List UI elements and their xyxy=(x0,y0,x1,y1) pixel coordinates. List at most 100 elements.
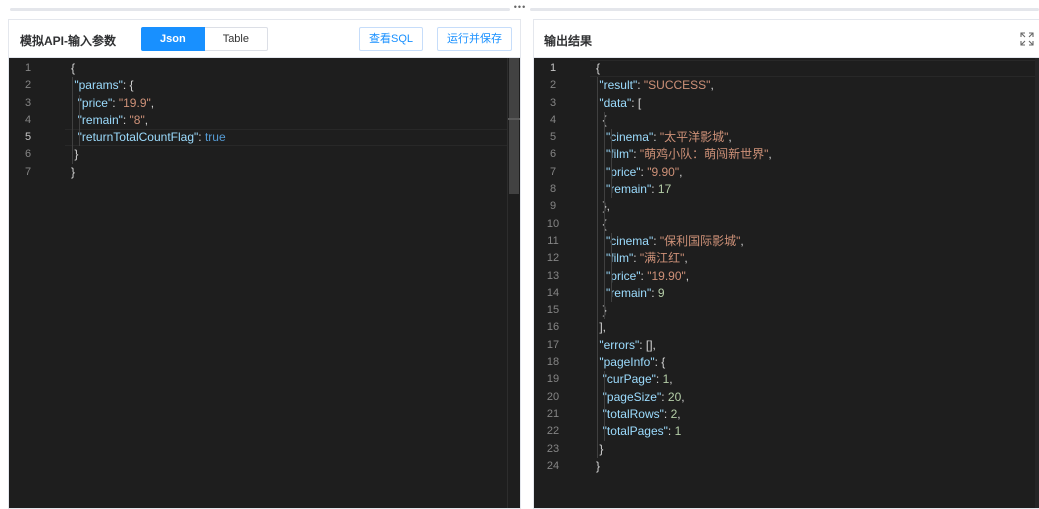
tab-table[interactable]: Table xyxy=(204,27,268,51)
code-token: : xyxy=(663,406,671,421)
code-line[interactable]: 1{ xyxy=(534,60,1039,77)
code-line[interactable]: 2 "result": "SUCCESS", xyxy=(534,77,1039,94)
input-code-editor[interactable]: 1{2 "params": {3 "price": "19.9", 4 "rema… xyxy=(9,58,520,508)
line-number: 18 xyxy=(546,356,560,369)
code-line[interactable]: 19 "curPage": 1, xyxy=(534,371,1039,388)
code-token: , xyxy=(728,130,732,145)
line-number: 1 xyxy=(24,62,32,74)
line-number: 6 xyxy=(549,148,557,161)
code-line[interactable]: 4 "remain": "8", xyxy=(9,112,520,129)
code-line[interactable]: 22 "totalPages": 1 xyxy=(534,423,1039,440)
code-token: "curPage" xyxy=(602,372,656,387)
code-text: "errors": [], xyxy=(596,337,656,354)
line-number: 5 xyxy=(549,131,557,144)
code-token: "19.90" xyxy=(647,268,686,283)
code-token: }, xyxy=(596,199,611,214)
code-line[interactable]: 16 ], xyxy=(534,319,1039,336)
input-panel-title: 模拟API-输入参数 xyxy=(20,34,117,48)
code-token: , xyxy=(740,233,744,248)
line-number: 13 xyxy=(546,269,560,282)
code-token: : { xyxy=(122,78,134,93)
code-line[interactable]: 2 "params": { xyxy=(9,77,520,94)
code-line[interactable]: 10 { xyxy=(534,216,1039,233)
code-line[interactable]: 11 "cinema": "保利国际影城", xyxy=(534,233,1039,250)
code-text: } xyxy=(596,458,600,475)
code-text: "returnTotalCountFlag": true xyxy=(71,129,226,146)
code-token: "萌鸡小队：萌闯新世界" xyxy=(639,147,769,162)
line-number: 23 xyxy=(546,442,560,455)
code-line[interactable]: 20 "pageSize": 20, xyxy=(534,389,1039,406)
code-token: "result" xyxy=(599,78,638,93)
output-code-editor[interactable]: 1{2 "result": "SUCCESS", 3 "data": [4 {5 … xyxy=(534,58,1039,508)
run-and-save-button[interactable]: 运行并保存 xyxy=(437,27,512,51)
output-panel-title: 输出结果 xyxy=(544,34,593,48)
code-line[interactable]: 6 } xyxy=(9,146,520,163)
indent-guide xyxy=(604,371,605,441)
format-toggle: Json Table xyxy=(141,27,268,51)
tab-json[interactable]: Json xyxy=(141,27,205,51)
line-number: 1 xyxy=(549,62,557,74)
line-number: 16 xyxy=(546,321,560,334)
panel-splitter[interactable]: ••• xyxy=(0,0,1039,14)
code-token: "pageInfo" xyxy=(599,355,655,370)
api-mock-page: ••• 模拟API-输入参数 Json Table 查看SQL 运行并保存 1{… xyxy=(0,0,1039,509)
input-editor-scroll-thumb[interactable] xyxy=(509,58,519,194)
code-line[interactable]: 3 "data": [ xyxy=(534,95,1039,112)
expand-icon[interactable] xyxy=(1019,31,1035,47)
code-token: , xyxy=(685,268,690,283)
code-line[interactable]: 23 } xyxy=(534,441,1039,458)
input-editor-scrollbar[interactable] xyxy=(507,58,520,508)
code-line[interactable]: 7} xyxy=(9,164,520,181)
code-token: : xyxy=(637,78,644,93)
code-line[interactable]: 6 "film": "萌鸡小队：萌闯新世界", xyxy=(534,146,1039,163)
code-token: "errors" xyxy=(599,337,640,352)
code-line[interactable]: 12 "film": "满江红", xyxy=(534,250,1039,267)
code-line[interactable]: 3 "price": "19.9", xyxy=(9,95,520,112)
code-text: { xyxy=(71,60,75,77)
code-text: "film": "满江红", xyxy=(596,250,688,267)
code-line[interactable]: 9 }, xyxy=(534,198,1039,215)
code-line[interactable]: 18 "pageInfo": { xyxy=(534,354,1039,371)
code-line[interactable]: 14 "remain": 9 xyxy=(534,285,1039,302)
code-token: : xyxy=(653,130,660,145)
code-token: : xyxy=(667,424,675,439)
code-text: }, xyxy=(596,198,610,215)
code-line[interactable]: 21 "totalRows": 2, xyxy=(534,406,1039,423)
code-token: "SUCCESS" xyxy=(643,78,711,93)
splitter-handle[interactable]: ••• xyxy=(512,3,528,12)
code-text: "totalRows": 2, xyxy=(596,406,681,423)
code-token: "太平洋影城" xyxy=(659,130,729,145)
code-line[interactable]: 15 } xyxy=(534,302,1039,319)
code-token: "params" xyxy=(74,78,123,93)
indent-guide xyxy=(611,233,612,303)
code-line[interactable]: 4 { xyxy=(534,112,1039,129)
view-sql-button[interactable]: 查看SQL xyxy=(359,27,424,51)
code-token: : xyxy=(651,285,658,300)
code-line[interactable]: 17 "errors": [], xyxy=(534,337,1039,354)
line-number: 11 xyxy=(547,234,559,247)
output-panel: 输出结果 1{2 "result": "SUCCESS", 3 "data": [… xyxy=(533,19,1039,509)
code-line[interactable]: 24} xyxy=(534,458,1039,475)
line-number: 17 xyxy=(546,338,560,351)
code-token: , xyxy=(677,406,681,421)
code-text: "remain": "8", xyxy=(71,112,148,129)
code-token: : xyxy=(655,372,663,387)
code-line[interactable]: 8 "remain": 17 xyxy=(534,181,1039,198)
code-line[interactable]: 7 "price": "9.90", xyxy=(534,164,1039,181)
code-line[interactable]: 13 "price": "19.90", xyxy=(534,268,1039,285)
code-line[interactable]: 5 "cinema": "太平洋影城", xyxy=(534,129,1039,146)
input-code-lines[interactable]: 1{2 "params": {3 "price": "19.9", 4 "rema… xyxy=(9,60,520,181)
code-token: 20 xyxy=(667,389,682,404)
code-text: "remain": 9 xyxy=(596,285,665,302)
code-line[interactable]: 5 "returnTotalCountFlag": true xyxy=(9,129,520,146)
output-code-lines[interactable]: 1{2 "result": "SUCCESS", 3 "data": [4 {5 … xyxy=(534,60,1039,475)
code-line[interactable]: 1{ xyxy=(9,60,520,77)
line-number: 22 xyxy=(546,425,560,438)
line-number: 19 xyxy=(546,373,560,386)
line-number: 8 xyxy=(549,183,557,196)
code-text: "pageSize": 20, xyxy=(596,389,685,406)
code-token: : xyxy=(198,130,205,145)
code-text: "result": "SUCCESS", xyxy=(596,77,713,94)
code-token: , xyxy=(768,147,772,162)
code-text: "price": "9.90", xyxy=(596,164,682,181)
